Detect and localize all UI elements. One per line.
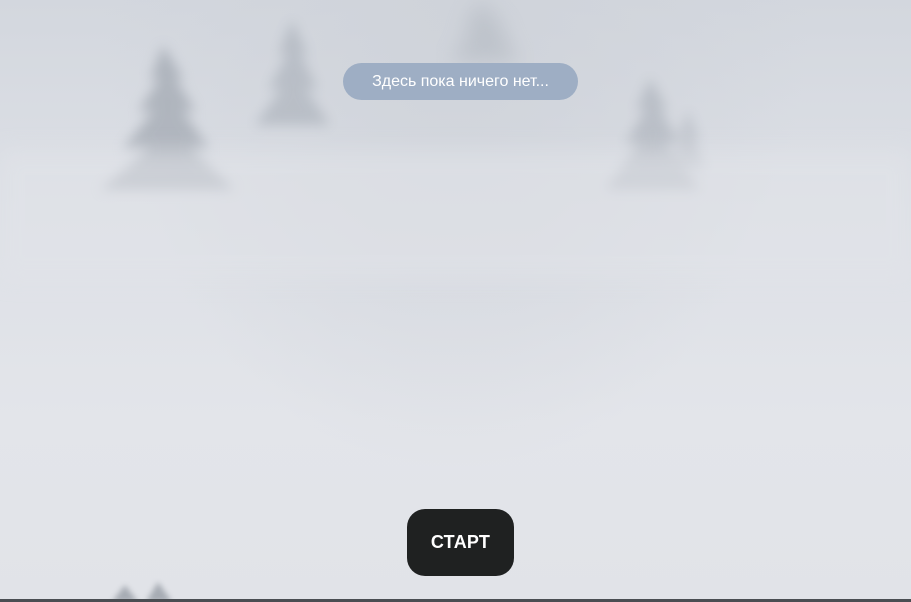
- tree-top-center: [450, 0, 520, 62]
- start-button[interactable]: СТАРТ: [407, 509, 514, 576]
- tree-center-left: [255, 20, 330, 125]
- empty-state-message: Здесь пока ничего нет...: [343, 63, 578, 100]
